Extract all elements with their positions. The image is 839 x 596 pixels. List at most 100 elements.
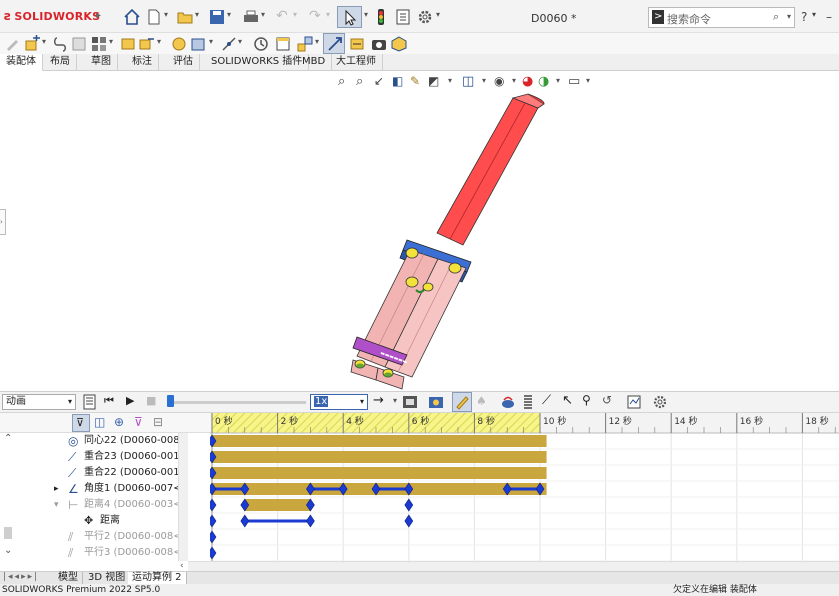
tree-item-distance-value[interactable]: ✥ 距离 (0, 513, 178, 529)
change-bar[interactable] (212, 467, 547, 479)
force-icon[interactable]: ↖ (562, 393, 573, 408)
tab-layout[interactable]: 布局 (44, 54, 77, 71)
filter-animated-button[interactable]: ⊽ (72, 414, 90, 432)
options-gear-icon[interactable] (416, 8, 434, 26)
show-hidden-components-icon[interactable] (170, 35, 188, 53)
filter-driving-icon[interactable]: ◫ (94, 415, 105, 429)
tab-solidworks-addins[interactable]: SOLIDWORKS 插件 (205, 54, 310, 71)
save-animation-icon[interactable] (402, 394, 418, 410)
collapse-arrow-icon[interactable]: ▾ (54, 497, 59, 513)
undo-icon[interactable]: ↶ (276, 8, 288, 24)
display-style-dropdown-icon[interactable]: ▾ (482, 76, 486, 85)
insert-components-icon[interactable] (24, 35, 42, 53)
print-dropdown-icon[interactable]: ▾ (261, 10, 265, 19)
minimize-icon[interactable]: – (826, 10, 832, 24)
playback-slider-track[interactable] (168, 401, 306, 404)
keypoint[interactable] (404, 498, 414, 512)
smart-fasteners-icon[interactable] (119, 35, 137, 53)
edit-component-icon[interactable] (4, 35, 22, 53)
graphics-area[interactable]: › ▬▬▬▬▬▬ (0, 71, 839, 391)
apply-scene-icon[interactable]: ◑ (538, 74, 549, 89)
red-handle-part[interactable] (436, 93, 545, 246)
select-tool-button[interactable] (337, 6, 362, 28)
select-dropdown-icon[interactable]: ▾ (364, 10, 368, 19)
keypoint[interactable] (306, 514, 315, 528)
results-and-plots-icon[interactable]: ↺ (602, 393, 612, 407)
save-dropdown-icon[interactable]: ▾ (227, 10, 231, 19)
zoom-to-fit-icon[interactable]: ⌕ (338, 74, 345, 89)
options-dropdown-icon[interactable]: ▾ (436, 10, 440, 19)
tree-item-coincident22[interactable]: ⟋ 重合22 (D0060-001< (0, 465, 178, 481)
motion-timeline[interactable]: 0 秒 2 秒 4 秒 6 秒 8 秒 10 秒 12 秒 14 秒 16 秒 18 秒 (210, 413, 839, 561)
animation-wizard-icon[interactable] (428, 394, 444, 410)
file-properties-icon[interactable] (394, 8, 412, 26)
previous-view-icon[interactable]: ↙ (374, 74, 384, 88)
large-assembly-settings-icon[interactable] (390, 35, 408, 53)
move-dropdown-icon[interactable]: ▾ (157, 37, 161, 46)
new-document-icon[interactable] (145, 8, 163, 26)
features-dropdown-icon[interactable]: ▾ (209, 37, 213, 46)
keypoint[interactable] (210, 530, 217, 544)
tree-vertical-scrollbar[interactable] (178, 433, 188, 561)
home-icon[interactable] (123, 8, 141, 26)
tree-item-parallel3[interactable]: ⫽ 平行3 (D0060-008<1 (0, 545, 178, 561)
hide-show-dropdown-icon[interactable]: ▾ (512, 76, 516, 85)
component-preview-icon[interactable] (70, 35, 88, 53)
exploded-dropdown-icon[interactable]: ▾ (315, 37, 319, 46)
play-from-start-icon[interactable]: ⏮ (104, 394, 114, 408)
menu-expand-icon[interactable]: ▸ (96, 10, 101, 21)
new-dropdown-icon[interactable]: ▾ (164, 10, 168, 19)
playback-mode-dropdown-icon[interactable]: ▾ (393, 396, 397, 405)
timeline-scroll-left-icon[interactable]: ‹ (180, 561, 184, 571)
open-dropdown-icon[interactable]: ▾ (195, 10, 199, 19)
motion-settings-gear-icon[interactable] (652, 394, 668, 410)
update-speedpak-icon[interactable] (348, 35, 366, 53)
pattern-dropdown-icon[interactable]: ▾ (109, 37, 113, 46)
mate-icon[interactable] (52, 35, 70, 53)
help-icon[interactable]: ? (801, 10, 807, 24)
instant-3d-button[interactable] (323, 33, 345, 54)
keypoint[interactable] (240, 514, 250, 528)
study-type-select[interactable]: 动画 ▾ (2, 394, 76, 410)
save-icon[interactable] (208, 8, 226, 26)
view-settings-dropdown-icon[interactable]: ▾ (586, 76, 590, 85)
filter-selected-icon[interactable]: ⊕ (114, 415, 124, 429)
display-style-icon[interactable]: ◫ (462, 74, 474, 89)
linear-pattern-icon[interactable] (90, 35, 108, 53)
tab-mbd[interactable]: MBD (296, 54, 333, 71)
keypoint[interactable] (404, 514, 414, 528)
tab-sketch[interactable]: 草图 (85, 54, 118, 71)
reference-geometry-icon[interactable] (220, 35, 238, 53)
search-commands-field[interactable]: > 搜索命令 ⌕ ▾ (648, 7, 795, 28)
tree-item-coincident23[interactable]: ⟋ 重合23 (D0060-001< (0, 449, 178, 465)
search-icon[interactable]: ⌕ (773, 10, 779, 24)
keypoint[interactable] (210, 546, 217, 560)
exploded-view-icon[interactable] (296, 35, 314, 53)
help-dropdown-icon[interactable]: ▾ (812, 10, 816, 19)
zoom-to-area-icon[interactable]: ⌕ (356, 74, 363, 89)
change-bar[interactable] (212, 435, 547, 447)
redo-dropdown-icon[interactable]: ▾ (326, 10, 330, 19)
keypoint[interactable] (210, 514, 217, 528)
tree-item-parallel2[interactable]: ⫽ 平行2 (D0060-008<1 (0, 529, 178, 545)
tab-assembly[interactable]: 装配体 (0, 54, 43, 71)
search-dropdown-icon[interactable]: ▾ (787, 12, 791, 21)
redo-icon[interactable]: ↷ (309, 8, 321, 24)
tree-item-concentric22[interactable]: ◎ 同心22 (D0060-008< (0, 433, 178, 449)
expand-arrow-icon[interactable]: ▸ (54, 481, 59, 497)
view-orientation-icon[interactable]: ◩ (428, 74, 439, 88)
move-component-icon[interactable] (138, 35, 156, 53)
section-view-icon[interactable]: ◧ (392, 74, 403, 88)
rebuild-traffic-light-icon[interactable] (372, 8, 390, 26)
filter-results-icon[interactable]: ⊽ (134, 415, 143, 429)
playback-speed-select[interactable]: 1x ▾ (310, 394, 368, 410)
playback-mode-icon[interactable]: → (373, 393, 384, 408)
assembly-features-icon[interactable] (190, 35, 208, 53)
keypoint[interactable] (210, 498, 217, 512)
change-bar[interactable] (244, 499, 311, 511)
take-snapshot-icon[interactable] (370, 35, 388, 53)
add-update-key-icon[interactable]: ♠ (476, 394, 487, 408)
tree-item-distance4[interactable]: ▾ ⊢ 距离4 (D0060-003<1 (0, 497, 178, 513)
scene-dropdown-icon[interactable]: ▾ (556, 76, 560, 85)
playback-slider-thumb[interactable] (167, 395, 174, 407)
